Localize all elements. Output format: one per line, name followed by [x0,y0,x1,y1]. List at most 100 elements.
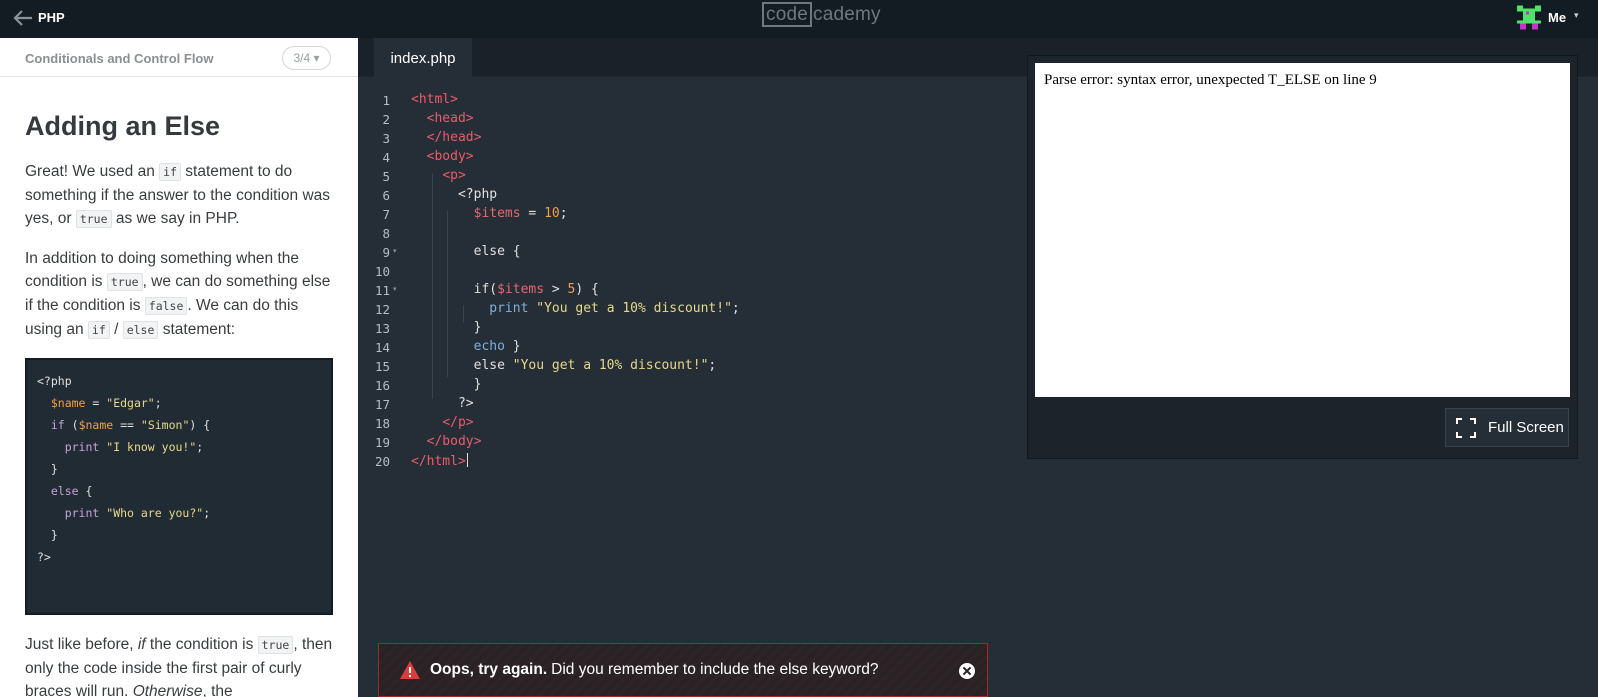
code-token: "You get a 10% discount!" [536,301,732,316]
snippet-line: else { [50,484,93,498]
code-line: <p> [411,168,466,183]
error-title: Oops, try again. [430,661,548,678]
code-line: </body> [411,434,482,449]
snippet-token: "Who are you?" [106,506,204,520]
snippet-line: print "Who are you?"; [64,506,211,520]
code-line: ?> [411,396,474,411]
code-line: $items = 10; [473,206,568,221]
code-example: <?php $name = "Edgar"; if ($name == "Sim… [25,358,333,615]
codecademy-logo[interactable]: code cademy [762,2,881,27]
line-number: 4 [382,150,390,165]
line-number: 20 [374,454,390,469]
code-token: <body> [426,149,474,164]
code-token: <head> [426,111,474,126]
inline-code: true [257,636,294,654]
code-token: <p> [442,168,466,183]
text: if [137,636,146,653]
code-line: print "You get a 10% discount!"; [489,301,740,316]
snippet-line: if ($name == "Simon") { [50,418,211,432]
snippet-token: "I know you!" [106,440,197,454]
code-token: 10 [544,206,560,221]
logo-cademy: cademy [813,4,881,25]
tab-index-php[interactable]: index.php [374,38,472,77]
code-token: </body> [426,434,482,449]
code-line: </head> [411,130,482,145]
snippet-line: <?php [37,374,72,388]
code-token: $items [473,206,521,221]
error-detail: Did you remember to include the else key… [551,661,879,678]
arrow-left-icon[interactable] [12,8,34,28]
snippet-token: $name [78,418,114,432]
text: / [109,321,123,338]
snippet-token: if [50,418,65,432]
close-icon[interactable] [959,663,975,679]
text: , the [202,683,233,697]
logo-code: code [762,2,813,27]
line-number: 2 [382,112,390,127]
code-token: </html> [411,454,466,469]
code-line: <html> [411,92,458,107]
line-number: 5 [382,169,390,184]
inline-code: else [122,321,159,339]
code-token: 5 [567,282,576,297]
inline-code: false [144,297,188,315]
fold-arrow-icon[interactable]: ▾ [393,285,397,293]
line-number: 11 [374,283,390,298]
text: the condition is [145,636,258,653]
text: Just like before, [25,636,138,653]
text: as we say in PHP. [111,210,240,227]
inline-code: true [106,273,143,291]
code-line: } [411,320,482,335]
code-line: else { [411,244,521,259]
line-number: 18 [374,416,390,431]
lesson-header: Conditionals and Control Flow 3/4 ▾ [0,38,358,77]
error-message: Oops, try again. Did you remember to incl… [430,661,879,679]
code-line: <body> [411,149,474,164]
code-line: echo } [473,339,521,354]
code-line: <?php [411,187,498,202]
code-line: <head> [411,111,474,126]
output-text: Parse error: syntax error, unexpected T_… [1044,72,1377,88]
output-panel: Parse error: syntax error, unexpected T_… [1027,55,1578,459]
text: Otherwise [132,683,203,697]
avatar[interactable] [1517,5,1541,30]
line-number: 16 [374,378,390,393]
inline-code: if [87,321,110,339]
snippet-line: } [37,462,58,476]
progress-dropdown[interactable]: 3/4 ▾ [282,46,331,70]
snippet-token: print [64,506,100,520]
fold-arrow-icon[interactable]: ▾ [393,247,397,255]
text-cursor [466,453,468,467]
inline-code: if [159,163,181,181]
expand-icon [1456,418,1476,438]
code-line: </p> [411,415,473,430]
snippet-token: "Edgar" [106,396,155,410]
user-menu[interactable]: Me [1548,10,1566,25]
text: statement: [158,321,236,338]
browser-output[interactable]: Parse error: syntax error, unexpected T_… [1035,63,1570,397]
snippet-line: $name = "Edgar"; [50,396,162,410]
error-banner: Oops, try again. Did you remember to incl… [378,643,988,697]
snippet-token: else [50,484,79,498]
code-token: <html> [411,92,458,107]
line-number: 13 [374,321,390,336]
top-bar: PHP code cademy Me ▾ [0,0,1598,38]
line-number: 3 [382,131,390,146]
snippet-line: ?> [37,550,51,564]
line-number: 6 [382,188,390,203]
course-title[interactable]: PHP [38,10,65,25]
page-title: Adding an Else [25,111,221,141]
line-number: 1 [382,93,390,108]
snippet-token: "Simon" [140,418,190,432]
fullscreen-button[interactable]: Full Screen [1445,408,1569,447]
lesson-paragraph-2: In addition to doing something when the … [25,247,333,342]
snippet-line: print "I know you!"; [64,440,204,454]
code-token: print [489,301,529,316]
code-token: "You get a 10% discount!" [512,358,709,373]
chevron-down-icon[interactable]: ▾ [1574,10,1579,21]
warning-icon [400,661,420,679]
line-number: 19 [374,435,390,450]
line-number: 7 [382,207,390,222]
line-number: 9 [382,245,390,260]
